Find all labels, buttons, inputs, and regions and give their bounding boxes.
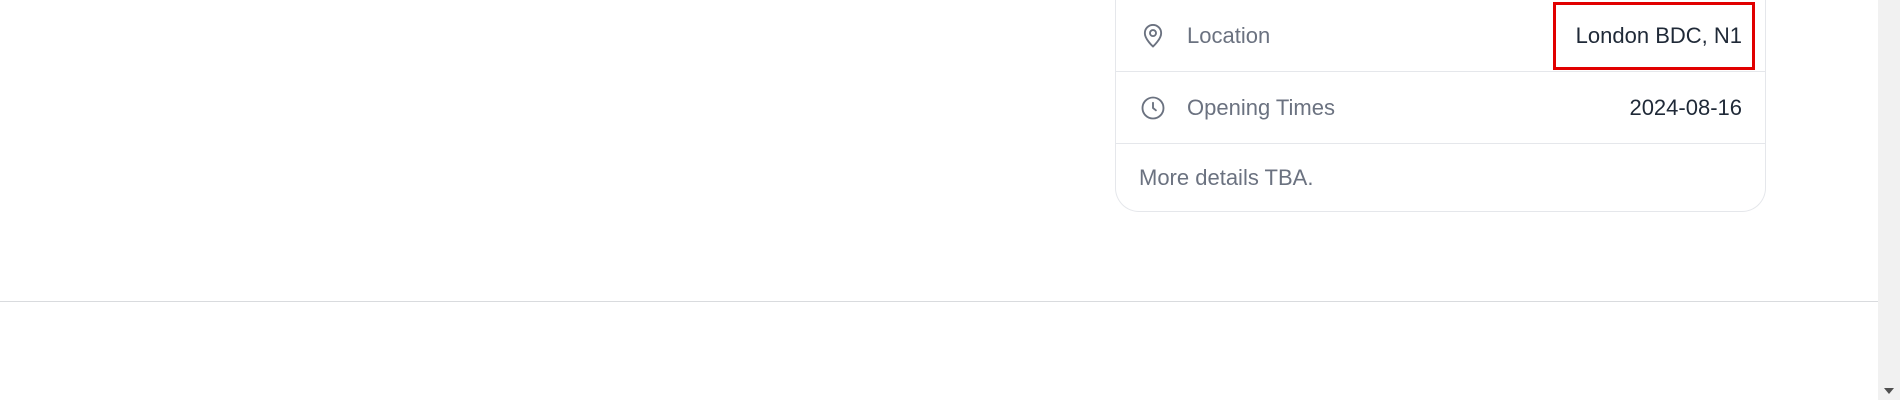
location-value: London BDC, N1 xyxy=(1575,22,1742,48)
clock-icon xyxy=(1139,94,1167,122)
scroll-down-arrow-icon[interactable] xyxy=(1884,388,1894,394)
details-note: More details TBA. xyxy=(1139,165,1314,190)
location-row: Location London BDC, N1 xyxy=(1116,0,1765,72)
map-pin-icon xyxy=(1139,22,1167,50)
opening-times-value: 2024-08-16 xyxy=(1629,94,1742,120)
opening-times-row: Opening Times 2024-08-16 xyxy=(1116,72,1765,144)
details-note-row: More details TBA. xyxy=(1116,144,1765,212)
event-details-card: Location London BDC, N1 Opening Times 20… xyxy=(1115,0,1766,212)
vertical-scrollbar[interactable] xyxy=(1878,0,1900,400)
location-label: Location xyxy=(1187,22,1271,48)
page: Location London BDC, N1 Opening Times 20… xyxy=(0,0,1878,400)
footer-divider xyxy=(0,301,1878,302)
opening-times-label: Opening Times xyxy=(1187,94,1335,120)
